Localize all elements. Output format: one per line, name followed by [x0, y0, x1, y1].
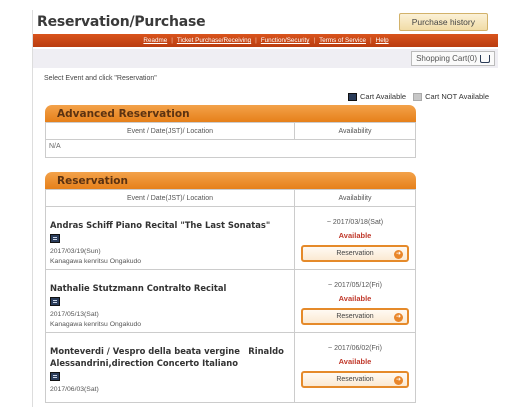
nav-menu: Readme | Ticket Purchase/Receiving | Fun…: [33, 34, 498, 47]
cart-icon: [480, 54, 490, 63]
event-name[interactable]: Andras Schiff Piano Recital "The Last So…: [50, 219, 291, 231]
menu-ticket-purchase-link[interactable]: Ticket Purchase/Receiving: [173, 37, 255, 44]
menu-function-security-link[interactable]: Function/Security: [257, 37, 314, 44]
ticket-icon: [50, 297, 60, 306]
arrow-right-icon: ➜: [394, 313, 403, 322]
cart-available-label: Cart Available: [359, 92, 407, 101]
status-badge: Available: [338, 357, 372, 366]
ticket-icon: [50, 234, 60, 243]
menu-terms-link[interactable]: Terms of Service: [315, 37, 370, 44]
event-cell: Nathalie Stutzmann Contralto Recital 201…: [45, 269, 295, 333]
reservation-button[interactable]: Reservation ➜: [301, 245, 409, 262]
advanced-reservation-table: Event / Date(JST)/ Location Availability…: [45, 122, 416, 158]
availability-cell: ~ 2017/05/12(Fri) Available Reservation …: [294, 269, 416, 333]
cart-not-available-label: Cart NOT Available: [425, 92, 489, 101]
menu-readme-link[interactable]: Readme: [139, 37, 171, 44]
sale-until: ~ 2017/03/18(Sat): [326, 219, 384, 226]
sale-until: ~ 2017/05/12(Fri): [328, 282, 382, 289]
shopping-cart-button[interactable]: Shopping Cart(0): [411, 51, 495, 66]
reservation-heading: Reservation: [45, 172, 416, 189]
event-cell: Andras Schiff Piano Recital "The Last So…: [45, 206, 295, 270]
menu-help-link[interactable]: Help: [372, 37, 393, 44]
event-location: Kanagawa kenritsu Ongakudo: [50, 258, 142, 265]
event-location: Kanagawa kenritsu Ongakudo: [50, 321, 142, 328]
status-badge: Available: [338, 231, 372, 240]
page-title: Reservation/Purchase: [37, 13, 206, 30]
arrow-right-icon: ➜: [394, 250, 403, 259]
reservation-button-label: Reservation: [336, 250, 374, 257]
shopping-cart-label: Shopping Cart(0): [416, 54, 477, 63]
col-availability-header: Availability: [294, 122, 416, 140]
event-row: Andras Schiff Piano Recital "The Last So…: [45, 206, 416, 270]
cart-bar: Shopping Cart(0): [33, 49, 498, 68]
reservation-panel: Reservation Event / Date(JST)/ Location …: [45, 172, 416, 403]
event-date: 2017/03/19(Sun): [50, 248, 101, 255]
event-row: Monteverdi / Vespro della beata vergine …: [45, 332, 416, 403]
cart-available-icon: [347, 92, 357, 101]
event-cell: Monteverdi / Vespro della beata vergine …: [45, 332, 295, 403]
reservation-button[interactable]: Reservation ➜: [301, 308, 409, 325]
event-date: 2017/06/03(Sat): [50, 386, 99, 393]
reservation-button-label: Reservation: [336, 313, 374, 320]
status-badge: Available: [338, 294, 372, 303]
col-event-header: Event / Date(JST)/ Location: [45, 189, 295, 207]
advanced-reservation-panel: Advanced Reservation Event / Date(JST)/ …: [45, 105, 416, 158]
ticket-icon: [50, 372, 60, 381]
advanced-reservation-heading: Advanced Reservation: [45, 105, 416, 122]
cart-legend: Cart Available Cart NOT Available: [347, 92, 489, 101]
col-event-header: Event / Date(JST)/ Location: [45, 122, 295, 140]
reservation-button-label: Reservation: [336, 376, 374, 383]
reservation-table: Event / Date(JST)/ Location Availability…: [45, 189, 416, 403]
event-name[interactable]: Nathalie Stutzmann Contralto Recital: [50, 282, 291, 294]
event-row: Nathalie Stutzmann Contralto Recital 201…: [45, 269, 416, 333]
empty-row: N/A: [45, 139, 416, 158]
reservation-button[interactable]: Reservation ➜: [301, 371, 409, 388]
event-name[interactable]: Monteverdi / Vespro della beata vergine …: [50, 345, 291, 369]
arrow-right-icon: ➜: [394, 376, 403, 385]
event-date: 2017/05/13(Sat): [50, 311, 99, 318]
availability-cell: ~ 2017/03/18(Sat) Available Reservation …: [294, 206, 416, 270]
sale-until: ~ 2017/06/02(Fri): [328, 345, 382, 352]
page-header: Reservation/Purchase Purchase history: [33, 10, 498, 33]
availability-cell: ~ 2017/06/02(Fri) Available Reservation …: [294, 332, 416, 403]
col-availability-header: Availability: [294, 189, 416, 207]
purchase-history-button[interactable]: Purchase history: [398, 12, 488, 31]
instruction-text: Select Event and click "Reservation": [44, 75, 157, 82]
cart-not-available-icon: [413, 92, 423, 101]
